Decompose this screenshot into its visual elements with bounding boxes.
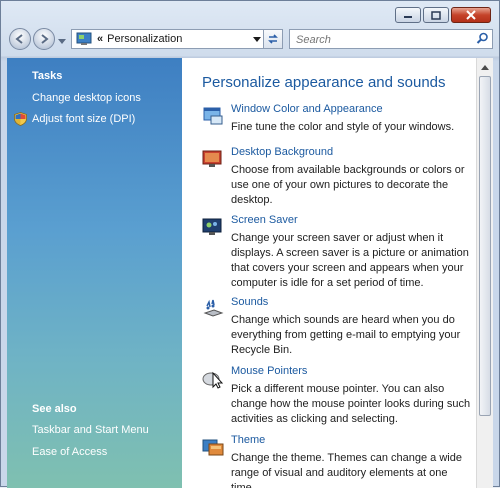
tasks-heading: Tasks [32, 70, 63, 82]
address-dropdown-icon[interactable] [253, 37, 261, 43]
forward-arrow-icon [41, 34, 49, 44]
personalization-window: « Personalization Tasks Change desktop i… [0, 0, 500, 488]
minimize-icon [404, 16, 412, 18]
address-chevron[interactable]: « [97, 33, 103, 45]
maximize-button[interactable] [423, 7, 449, 23]
sidebar-link-change-desktop-icons[interactable]: Change desktop icons [32, 92, 141, 104]
search-box[interactable] [289, 29, 493, 49]
address-text: Personalization [107, 33, 183, 45]
search-input[interactable] [294, 31, 468, 49]
item-description: Choose from available backgrounds or col… [231, 164, 465, 206]
refresh-button[interactable] [263, 29, 283, 49]
forward-button[interactable] [33, 28, 55, 50]
address-bar[interactable]: « Personalization [71, 29, 267, 49]
refresh-icon [268, 34, 278, 44]
item-description: Change your screen saver or adjust when … [231, 232, 469, 289]
back-arrow-icon [15, 34, 23, 44]
sidebar: Tasks Change desktop icons Adjust font s… [7, 58, 182, 488]
link-window-color-appearance[interactable]: Window Color and Appearance [231, 103, 383, 115]
chevron-down-icon [58, 39, 66, 44]
shield-icon [14, 112, 27, 126]
close-button[interactable] [451, 7, 491, 23]
sidebar-link-ease-of-access[interactable]: Ease of Access [32, 446, 107, 458]
scroll-up-icon [481, 64, 489, 70]
sounds-icon [203, 299, 224, 317]
theme-icon [202, 439, 224, 456]
sidebar-link-adjust-font-size[interactable]: Adjust font size (DPI) [32, 113, 135, 125]
navigation-toolbar: « Personalization [7, 27, 493, 53]
recent-pages-dropdown[interactable] [58, 36, 66, 48]
window-controls [395, 7, 491, 23]
see-also-heading: See also [32, 403, 77, 415]
window-color-icon [203, 107, 223, 125]
sidebar-link-taskbar-start-menu[interactable]: Taskbar and Start Menu [32, 424, 149, 436]
vertical-scrollbar[interactable] [476, 58, 493, 488]
back-button[interactable] [9, 28, 31, 50]
link-sounds[interactable]: Sounds [231, 296, 268, 308]
item-description: Change the theme. Themes can change a wi… [231, 452, 462, 488]
link-desktop-background[interactable]: Desktop Background [231, 146, 333, 158]
scroll-up-button[interactable] [477, 59, 493, 75]
page-title: Personalize appearance and sounds [202, 74, 446, 91]
item-description: Fine tune the color and style of your wi… [231, 121, 455, 133]
maximize-icon [431, 10, 441, 20]
item-description: Pick a different mouse pointer. You can … [231, 383, 471, 425]
search-icon[interactable] [476, 32, 489, 45]
minimize-button[interactable] [395, 7, 421, 23]
close-icon [466, 10, 476, 20]
link-mouse-pointers[interactable]: Mouse Pointers [231, 365, 307, 377]
desktop-background-icon [202, 150, 222, 167]
link-theme[interactable]: Theme [231, 434, 265, 446]
scrollbar-thumb[interactable] [479, 76, 491, 416]
item-description: Change which sounds are heard when you d… [231, 314, 461, 356]
main-content: Personalize appearance and sounds Window… [182, 58, 484, 488]
mouse-pointer-icon [202, 371, 224, 389]
link-screen-saver[interactable]: Screen Saver [231, 214, 298, 226]
control-panel-icon [76, 32, 92, 45]
screen-saver-icon [202, 218, 222, 235]
